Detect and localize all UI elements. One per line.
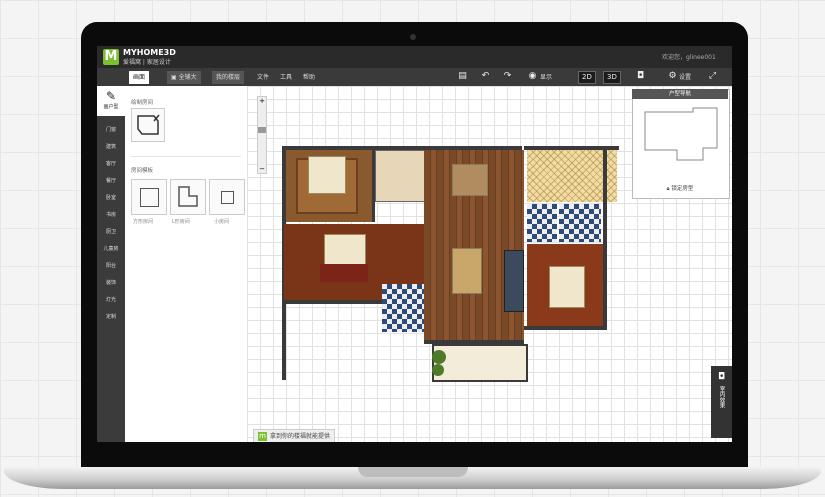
balcony — [432, 344, 528, 382]
zoom-in-icon[interactable]: + — [258, 97, 266, 105]
bathroom-tiles — [527, 204, 557, 242]
plant — [432, 350, 446, 364]
floor-navigator-title: 户型导航 — [632, 89, 728, 99]
logo-small-icon: m — [258, 432, 267, 441]
rug — [320, 264, 368, 282]
tab-my-floor[interactable]: 我的楼层 — [212, 71, 245, 84]
nav-bedroom[interactable]: 卧室 — [97, 194, 125, 201]
wall — [282, 300, 382, 304]
brand-name: MYHOME3D — [123, 48, 176, 57]
plant — [432, 364, 444, 376]
undo-icon[interactable]: ↶ — [480, 71, 491, 82]
closet — [375, 150, 425, 202]
dining-table — [452, 164, 488, 196]
l-room-template[interactable] — [170, 179, 206, 215]
small-room-icon — [221, 191, 234, 204]
nav-building[interactable]: 建筑 — [97, 143, 125, 150]
small-room-caption: 小房间 — [214, 219, 230, 225]
bed — [308, 156, 346, 194]
coffee-table — [452, 248, 482, 294]
lock-floor-button[interactable]: 🔒︎ 锁定房型 — [632, 184, 728, 193]
laptop-notch — [358, 467, 468, 477]
camera-icon[interactable]: ◘ — [635, 71, 646, 82]
nav-kitchen-bath[interactable]: 厨卫 — [97, 228, 125, 235]
welcome-user[interactable]: 欢迎您，glinee001 — [662, 52, 716, 61]
small-bathroom — [382, 284, 424, 332]
square-room-template[interactable] — [131, 179, 167, 215]
floor-navigator[interactable] — [632, 89, 730, 199]
app-header — [97, 46, 732, 68]
logo-icon: M — [103, 49, 119, 65]
draw-room-title: 绘制房间 — [131, 100, 154, 106]
bedroom-top-left — [284, 150, 372, 222]
l-room-icon — [178, 186, 198, 207]
mode-2d-button[interactable]: 2D — [578, 71, 596, 84]
square-room-icon — [140, 188, 159, 207]
view-dropdown[interactable]: 显示 — [540, 72, 552, 81]
room-template-title: 房间模板 — [131, 168, 154, 174]
wall — [603, 150, 607, 330]
fullscreen-icon[interactable]: ⤢ — [707, 71, 718, 82]
zoom-handle[interactable] — [258, 127, 266, 133]
square-room-caption: 方形房间 — [133, 219, 154, 225]
lock-icon: 🔒︎ — [666, 186, 670, 192]
settings-label[interactable]: 设置 — [679, 72, 691, 81]
menu-tools[interactable]: 工具 — [280, 72, 292, 81]
laptop-camera — [410, 34, 416, 40]
camera-icon: ◘ — [717, 372, 726, 382]
tab-catalog[interactable]: ▣ 全铺大 — [167, 71, 201, 84]
panel-divider — [131, 156, 241, 157]
hint-text: 拿到你的楼福就能提供 — [270, 433, 331, 440]
nav-doors-windows[interactable]: 门窗 — [97, 126, 125, 133]
brand-subtitle: 爱福窝 | 家居设计 — [123, 59, 171, 66]
bathroom-tiles — [559, 204, 601, 242]
interior-effect-label: 室内效果 — [718, 386, 725, 408]
small-room-template[interactable] — [209, 179, 245, 215]
hint-bar[interactable]: m 拿到你的楼福就能提供 — [253, 429, 336, 442]
app-screen: M MYHOME3D 爱福窝 | 家居设计 欢迎您，glinee001 画面 ▣… — [97, 46, 732, 442]
nav-lighting[interactable]: 灯光 — [97, 296, 125, 303]
nav-study[interactable]: 书房 — [97, 211, 125, 218]
wall — [524, 326, 604, 330]
zoom-slider[interactable]: + − — [257, 96, 267, 174]
floorplan[interactable] — [282, 144, 622, 382]
pencil-icon: ✎ — [105, 89, 117, 103]
nav-draw-floor[interactable]: ✎ 画户型 — [97, 86, 125, 116]
draw-room-tool[interactable] — [131, 108, 165, 142]
menu-help[interactable]: 帮助 — [303, 72, 315, 81]
l-room-caption: L形房间 — [172, 219, 190, 225]
bed — [549, 266, 585, 308]
mode-3d-button[interactable]: 3D — [603, 71, 621, 84]
menu-file[interactable]: 文件 — [257, 72, 269, 81]
lock-floor-label: 锁定房型 — [671, 186, 694, 192]
eye-icon[interactable]: ◉ — [527, 71, 538, 82]
nav-living-room[interactable]: 客厅 — [97, 160, 125, 167]
interior-effect-tab[interactable]: ◘ 室内效果 — [711, 366, 732, 438]
save-icon[interactable]: ▤ — [457, 71, 468, 82]
draw-room-icon — [137, 114, 160, 135]
wall — [424, 340, 524, 344]
tab-draw[interactable]: 画面 — [129, 71, 150, 84]
sofa — [504, 250, 524, 312]
minimap-outline — [644, 107, 718, 161]
redo-icon[interactable]: ↷ — [502, 71, 513, 82]
nav-dining[interactable]: 餐厅 — [97, 177, 125, 184]
nav-custom[interactable]: 定制 — [97, 313, 125, 320]
nav-kids-room[interactable]: 儿童房 — [97, 245, 125, 252]
nav-balcony[interactable]: 阳台 — [97, 262, 125, 269]
bedroom-right — [527, 244, 603, 326]
nav-decor[interactable]: 装饰 — [97, 279, 125, 286]
zoom-out-icon[interactable]: − — [258, 165, 266, 173]
nav-draw-floor-label: 画户型 — [103, 104, 119, 110]
settings-icon[interactable]: ⚙ — [667, 71, 678, 82]
